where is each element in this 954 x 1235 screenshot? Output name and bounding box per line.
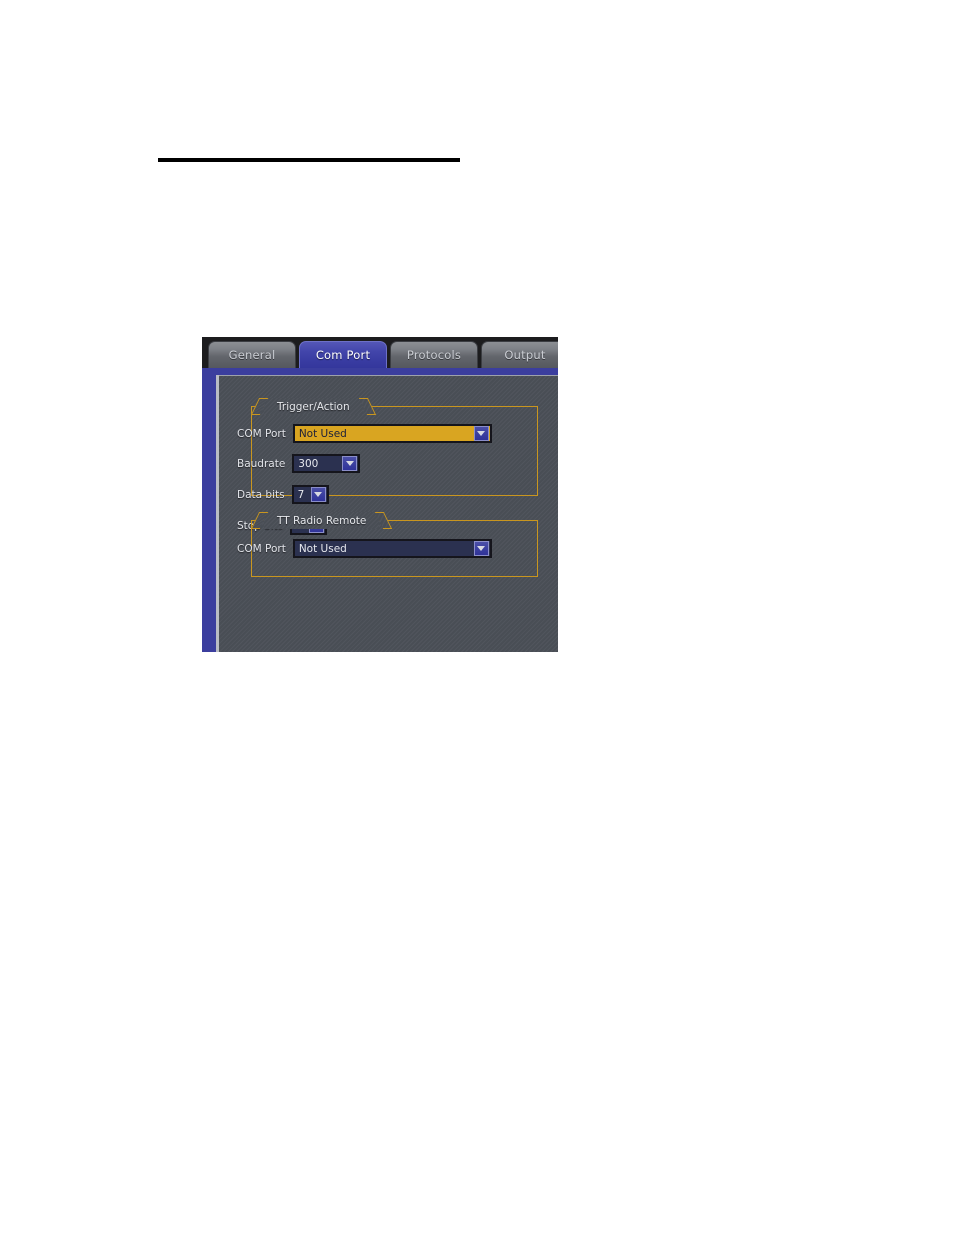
label-data-bits: Data bits bbox=[237, 488, 285, 501]
tab-protocols[interactable]: Protocols bbox=[390, 341, 478, 368]
combobox-trigger-com-port-value: Not Used bbox=[294, 427, 474, 440]
group-trigger-action: Trigger/Action bbox=[251, 398, 538, 496]
com-port-settings-panel: Trigger/Action COM Port Not Used Baudrat… bbox=[219, 375, 558, 652]
tab-com-port-label: Com Port bbox=[315, 348, 371, 362]
combobox-baudrate-value: 300 bbox=[298, 457, 319, 470]
tab-general-label: General bbox=[228, 348, 276, 362]
field-row-data-bits: Data bits 7 bbox=[237, 485, 329, 504]
chevron-down-icon[interactable] bbox=[473, 541, 489, 556]
application-screenshot: General Com Port Protocols Output Trigge… bbox=[202, 337, 558, 652]
tab-strip: General Com Port Protocols Output bbox=[202, 337, 558, 368]
combobox-data-bits[interactable]: 7 bbox=[291, 485, 329, 504]
combobox-baudrate[interactable]: 300 bbox=[292, 454, 361, 473]
tab-protocols-label: Protocols bbox=[406, 348, 462, 362]
chevron-down-icon[interactable] bbox=[473, 426, 489, 441]
chevron-down-icon[interactable] bbox=[342, 456, 358, 471]
label-trigger-com-port: COM Port bbox=[237, 427, 286, 440]
group-trigger-action-caption: Trigger/Action bbox=[264, 398, 363, 415]
document-page: General Com Port Protocols Output Trigge… bbox=[0, 0, 954, 1235]
field-row-radio-com-port: COM Port Not Used bbox=[237, 539, 492, 558]
combobox-data-bits-value: 7 bbox=[297, 488, 305, 501]
field-row-baudrate: Baudrate 300 bbox=[237, 454, 361, 473]
tab-com-port[interactable]: Com Port bbox=[299, 341, 387, 368]
combobox-radio-com-port[interactable]: Not Used bbox=[292, 539, 492, 558]
header-horizontal-rule bbox=[158, 158, 460, 162]
label-radio-com-port: COM Port bbox=[237, 542, 286, 555]
combobox-radio-com-port-value: Not Used bbox=[298, 542, 347, 555]
tab-general[interactable]: General bbox=[208, 341, 296, 368]
dialog-left-frame bbox=[202, 368, 216, 652]
tab-output-label: Output bbox=[504, 348, 546, 362]
field-row-trigger-com-port: COM Port Not Used bbox=[237, 424, 492, 443]
combobox-trigger-com-port[interactable]: Not Used bbox=[292, 424, 492, 443]
tab-output[interactable]: Output bbox=[481, 341, 558, 368]
chevron-down-icon[interactable] bbox=[310, 487, 326, 502]
label-baudrate: Baudrate bbox=[237, 457, 286, 470]
group-tt-radio-remote-caption: TT Radio Remote bbox=[264, 512, 380, 529]
